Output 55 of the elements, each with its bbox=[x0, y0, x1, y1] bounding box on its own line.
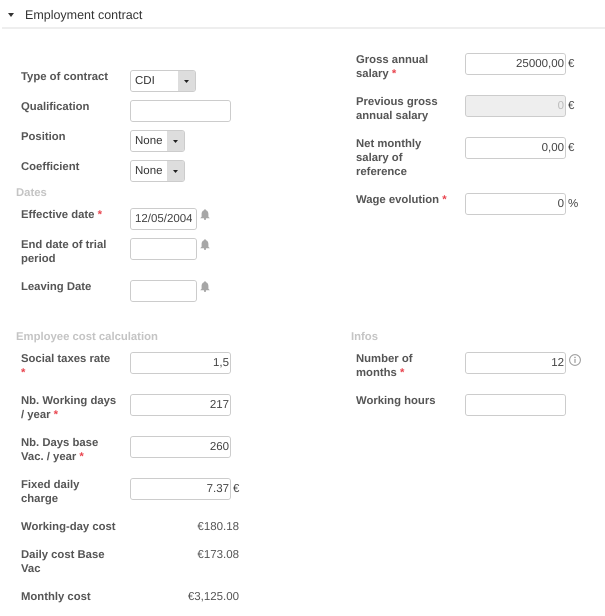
field-label: Social taxes rate * bbox=[21, 352, 112, 381]
field-label: Previous gross annual salary bbox=[356, 95, 439, 124]
field-label: Nb. Working days / year * bbox=[21, 394, 117, 423]
field-label: Daily cost Base Vac bbox=[21, 548, 106, 577]
field-label: Nb. Days base Vac. / year * bbox=[21, 436, 100, 465]
bell-icon[interactable] bbox=[200, 281, 210, 292]
unit-label: € bbox=[568, 57, 574, 72]
section-heading: Employee cost calculation bbox=[16, 330, 158, 344]
field-label: Position bbox=[21, 130, 67, 145]
field-label: Number of months * bbox=[356, 352, 414, 381]
section-toggle[interactable]: Employment contract bbox=[8, 8, 142, 22]
field-label: Coefficient bbox=[21, 160, 80, 175]
date-field[interactable] bbox=[130, 280, 197, 302]
input-field[interactable]: 7.37 bbox=[130, 478, 231, 500]
cost-value: €3,125.00 bbox=[186, 590, 239, 604]
field-label: Monthly cost bbox=[21, 590, 92, 605]
unit-label: € bbox=[233, 482, 240, 497]
unit-label: % bbox=[568, 197, 578, 212]
field-label: Working hours bbox=[356, 394, 436, 409]
bell-icon[interactable] bbox=[200, 239, 210, 250]
bell-icon[interactable] bbox=[200, 209, 210, 220]
info-icon[interactable] bbox=[569, 354, 581, 366]
section-heading: Infos bbox=[351, 330, 378, 344]
caret-icon[interactable] bbox=[178, 71, 195, 91]
caret-icon[interactable] bbox=[167, 131, 184, 151]
field-label: Net monthly salary of reference bbox=[356, 137, 422, 180]
field-label: Fixed daily charge bbox=[21, 478, 80, 507]
date-field[interactable]: 12/05/2004 bbox=[130, 208, 197, 230]
field-label: Qualification bbox=[21, 100, 90, 115]
field-label: Leaving Date bbox=[21, 280, 92, 295]
input-field[interactable]: 12 bbox=[465, 352, 566, 374]
input-field[interactable]: 260 bbox=[130, 436, 231, 458]
unit-label: € bbox=[568, 141, 574, 156]
field-label: End date of trial period bbox=[21, 238, 108, 267]
input-field[interactable]: 0 bbox=[465, 193, 566, 215]
input-field[interactable]: 1,5 bbox=[130, 352, 231, 374]
input-field[interactable]: 0,00 bbox=[465, 137, 566, 159]
date-field[interactable] bbox=[130, 238, 197, 260]
input-field[interactable] bbox=[465, 394, 566, 416]
field-label: Effective date * bbox=[21, 208, 104, 223]
caret-icon[interactable] bbox=[167, 161, 184, 181]
dropdown[interactable]: None bbox=[130, 160, 185, 182]
field-label: Wage evolution * bbox=[356, 193, 448, 208]
field-label: Gross annual salary * bbox=[356, 53, 430, 82]
input-field[interactable] bbox=[130, 100, 231, 122]
dropdown[interactable]: None bbox=[130, 130, 185, 152]
dropdown[interactable]: CDI bbox=[130, 70, 196, 92]
cost-value: €173.08 bbox=[196, 548, 239, 562]
cost-value: €180.18 bbox=[196, 520, 239, 534]
section-heading: Dates bbox=[16, 186, 47, 200]
field-label: Working-day cost bbox=[21, 520, 117, 535]
field-label: Type of contract bbox=[21, 70, 110, 85]
input-field[interactable]: 217 bbox=[130, 394, 231, 416]
input-field[interactable]: 25000,00 bbox=[465, 53, 566, 75]
unit-label: € bbox=[568, 99, 574, 114]
